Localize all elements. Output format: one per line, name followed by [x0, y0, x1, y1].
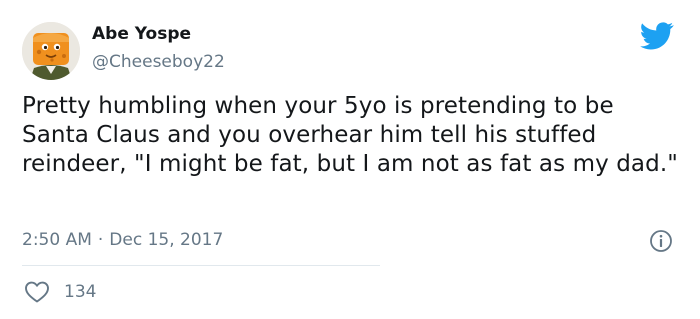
like-count: 134	[64, 282, 97, 302]
tweet-time[interactable]: 2:50 AM	[22, 230, 92, 250]
tweet-timestamp[interactable]: 2:50 AM · Dec 15, 2017	[22, 230, 223, 250]
author-handle[interactable]: @Cheeseboy22	[92, 52, 225, 72]
tweet-date[interactable]: Dec 15, 2017	[109, 230, 223, 250]
meta-separator: ·	[97, 230, 104, 250]
info-circle-icon[interactable]	[649, 229, 673, 253]
heart-outline-icon[interactable]	[24, 280, 50, 304]
author-avatar[interactable]	[22, 22, 80, 80]
divider	[22, 265, 380, 266]
tweet-text: Pretty humbling when your 5yo is pretend…	[22, 93, 678, 177]
author-display-name[interactable]: Abe Yospe	[92, 24, 191, 44]
twitter-bird-icon[interactable]	[640, 22, 674, 50]
cheese-mascot-avatar-icon	[22, 22, 80, 80]
like-button[interactable]: 134	[24, 280, 96, 304]
tweet-card: Abe Yospe @Cheeseboy22 Pretty humbling w…	[0, 0, 700, 319]
